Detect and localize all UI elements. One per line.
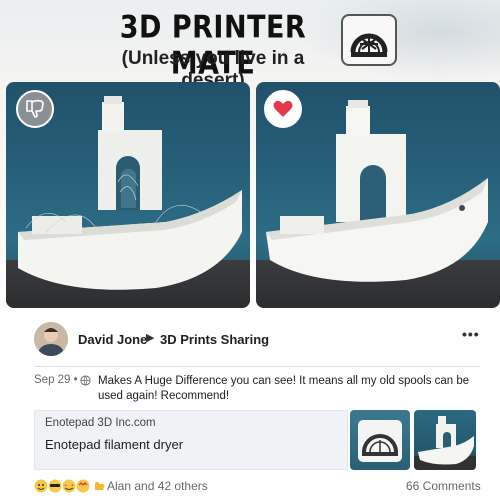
more-options-button[interactable]: ••• <box>462 326 480 342</box>
avatar[interactable] <box>34 322 68 356</box>
post-text: Makes A Huge Difference you can see! It … <box>98 375 470 402</box>
bad-print-photo <box>6 82 250 308</box>
group-name[interactable]: 3D Prints Sharing <box>160 332 269 347</box>
good-print-photo <box>256 82 500 308</box>
hero-banner: 3D PRINTER MATE (Unless you live in a de… <box>0 0 500 315</box>
reactions-count[interactable]: Alan and 42 others <box>107 479 208 493</box>
post-date[interactable]: Sep 29 • <box>34 374 78 386</box>
reactions-icons[interactable] <box>33 478 107 494</box>
link-preview-card[interactable]: Enotepad 3D Inc.com Enotepad filament dr… <box>34 410 348 470</box>
thumbs-down-icon <box>16 90 54 128</box>
link-domain: Enotepad 3D Inc.com <box>45 417 156 429</box>
author-name[interactable]: David Jone <box>78 332 147 347</box>
product-thumbnail[interactable] <box>350 410 410 470</box>
social-post: David Jone ▶ 3D Prints Sharing ••• Sep 2… <box>0 316 500 500</box>
comments-count[interactable]: 66 Comments <box>406 479 481 493</box>
globe-icon <box>80 375 91 386</box>
benchy-thumbnail[interactable] <box>414 410 476 470</box>
link-title: Enotepad filament dryer <box>45 437 184 452</box>
caret-right-icon: ▶ <box>146 332 155 344</box>
divider <box>34 366 480 367</box>
filament-spool-icon <box>341 14 397 66</box>
heart-icon <box>264 90 302 128</box>
